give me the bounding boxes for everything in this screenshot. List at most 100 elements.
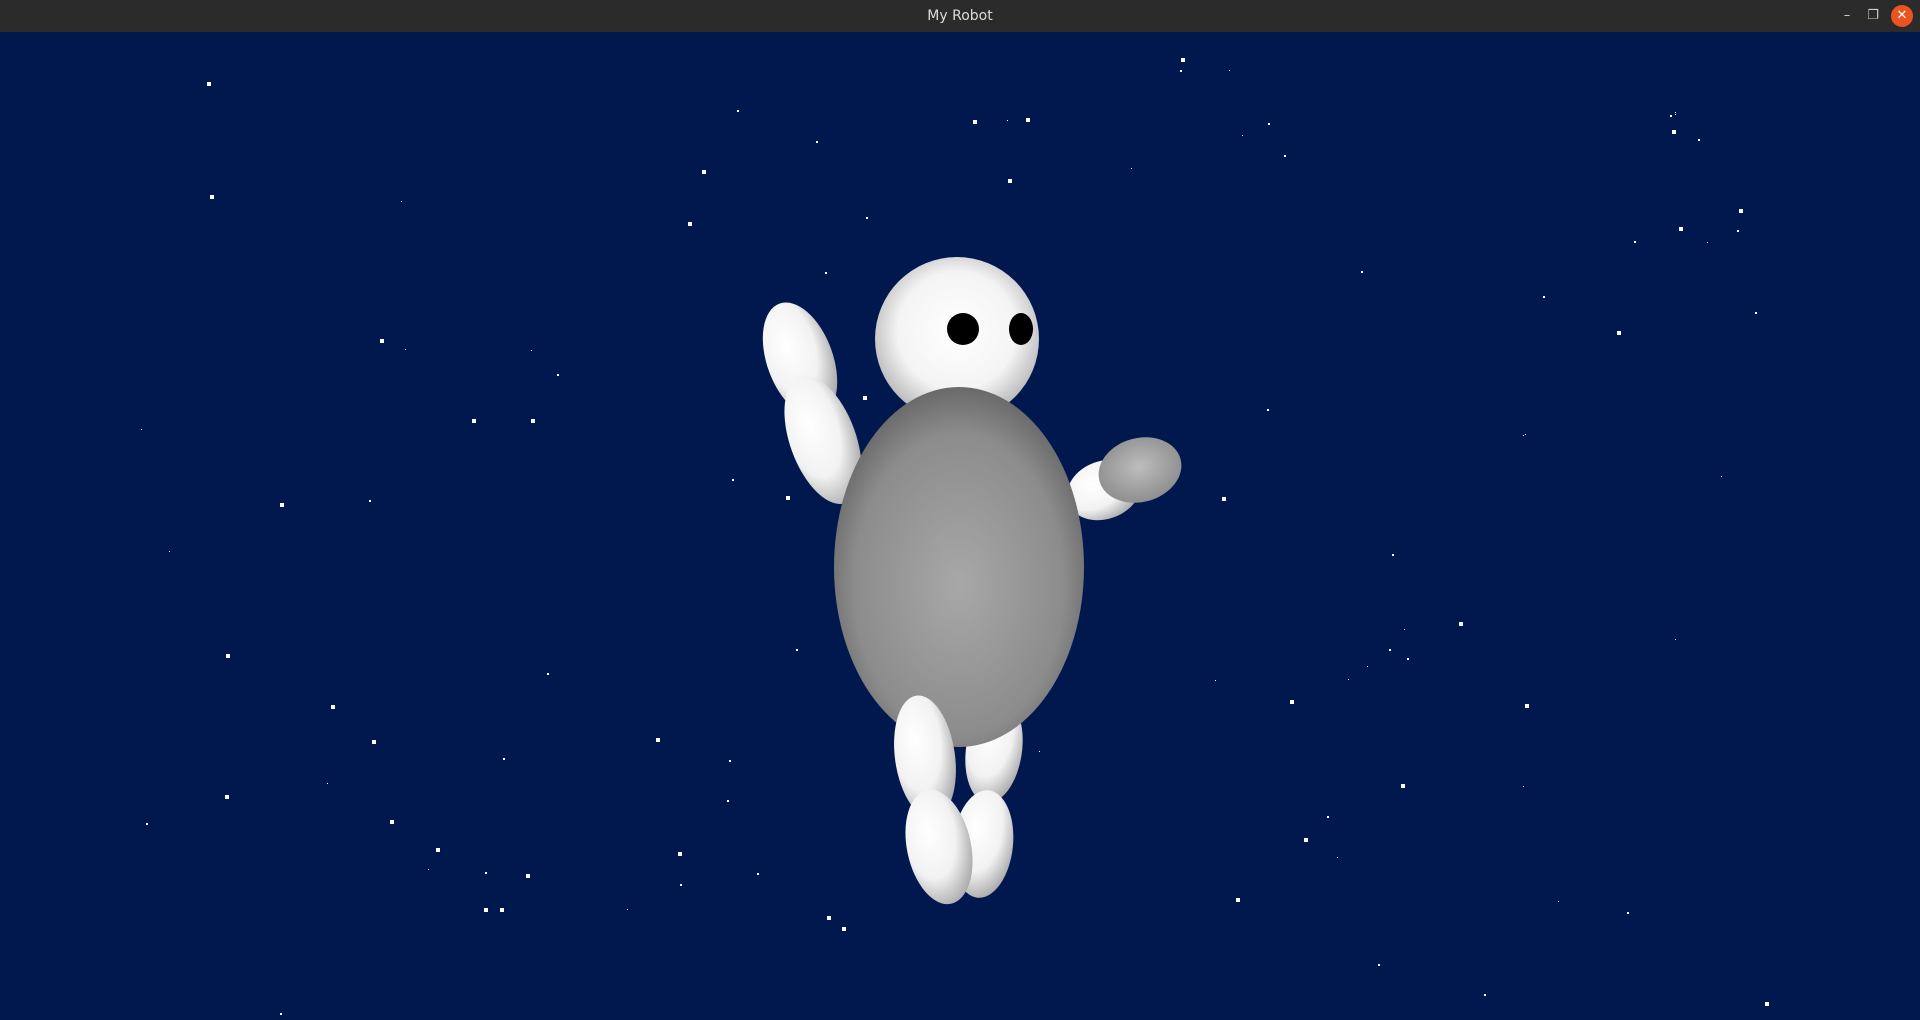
star — [1327, 816, 1329, 818]
restore-button[interactable]: ❐ — [1862, 5, 1884, 27]
star — [531, 350, 532, 351]
star — [1290, 700, 1294, 704]
star — [1367, 666, 1368, 667]
star — [1670, 115, 1672, 117]
star — [531, 419, 535, 423]
star — [702, 170, 706, 174]
star — [1675, 639, 1676, 640]
star — [688, 222, 692, 226]
star — [825, 272, 827, 274]
star — [1737, 230, 1739, 232]
star — [500, 908, 504, 912]
scene-svg — [0, 32, 1920, 1020]
star — [428, 869, 429, 870]
star — [141, 429, 142, 430]
restore-icon: ❐ — [1867, 8, 1879, 23]
star — [1543, 296, 1545, 298]
star — [1404, 629, 1405, 630]
right-eye — [1009, 313, 1033, 345]
star — [678, 852, 682, 856]
star — [1721, 476, 1722, 477]
star — [1337, 857, 1338, 858]
star — [1389, 649, 1391, 651]
star — [1242, 135, 1243, 136]
star — [503, 758, 505, 760]
star — [816, 141, 818, 143]
star — [207, 82, 211, 86]
star — [401, 201, 402, 202]
star — [1267, 409, 1269, 411]
star — [1378, 964, 1380, 966]
star — [1484, 994, 1486, 996]
star — [472, 419, 476, 423]
star — [1634, 241, 1636, 243]
star — [680, 884, 682, 886]
star — [1039, 751, 1040, 752]
star — [1222, 497, 1226, 501]
star — [1698, 139, 1700, 141]
star — [1284, 155, 1286, 157]
star — [863, 396, 867, 400]
star — [1765, 1002, 1769, 1006]
star — [1459, 622, 1463, 626]
star — [372, 740, 376, 744]
star — [485, 872, 487, 874]
close-button[interactable]: ✕ — [1891, 5, 1913, 27]
star — [1401, 784, 1405, 788]
star — [737, 110, 739, 112]
star — [436, 848, 440, 852]
star — [1236, 898, 1240, 902]
star — [327, 783, 328, 784]
star — [380, 339, 384, 343]
star — [280, 503, 284, 507]
star — [1617, 331, 1621, 335]
render-canvas[interactable] — [0, 32, 1920, 1020]
star — [1755, 312, 1757, 314]
star — [786, 496, 790, 500]
star — [1229, 70, 1230, 71]
star — [169, 551, 170, 552]
star — [1392, 554, 1394, 556]
left-eye — [947, 313, 979, 345]
star — [1675, 114, 1676, 115]
star — [1739, 209, 1743, 213]
star — [1008, 179, 1012, 183]
star — [1525, 704, 1529, 708]
minimize-icon: – — [1843, 8, 1851, 23]
star — [842, 927, 846, 931]
star — [390, 820, 394, 824]
star — [1304, 838, 1308, 842]
star — [280, 1013, 282, 1015]
star — [727, 800, 729, 802]
star — [1181, 58, 1185, 62]
title-bar[interactable]: My Robot – ❐ ✕ — [0, 0, 1920, 32]
star — [1215, 680, 1216, 681]
star — [1268, 123, 1270, 125]
star — [1627, 912, 1629, 914]
star — [484, 908, 488, 912]
star — [1558, 901, 1559, 902]
star — [973, 120, 977, 124]
star — [1361, 271, 1363, 273]
star — [226, 654, 230, 658]
star — [405, 349, 406, 350]
star — [1407, 658, 1409, 660]
star — [1131, 168, 1132, 169]
star — [331, 705, 335, 709]
star — [1525, 434, 1526, 435]
star — [796, 649, 798, 651]
star — [866, 217, 868, 219]
star — [210, 195, 214, 199]
star — [827, 916, 831, 920]
star — [1523, 435, 1524, 436]
star — [1180, 70, 1182, 72]
star — [369, 500, 371, 502]
robot-body — [834, 387, 1084, 747]
star — [547, 673, 549, 675]
star — [732, 479, 734, 481]
star — [1026, 118, 1030, 122]
window-title: My Robot — [927, 8, 993, 24]
app-window: My Robot – ❐ ✕ — [0, 0, 1920, 1020]
star — [526, 874, 530, 878]
minimize-button[interactable]: – — [1836, 5, 1858, 27]
